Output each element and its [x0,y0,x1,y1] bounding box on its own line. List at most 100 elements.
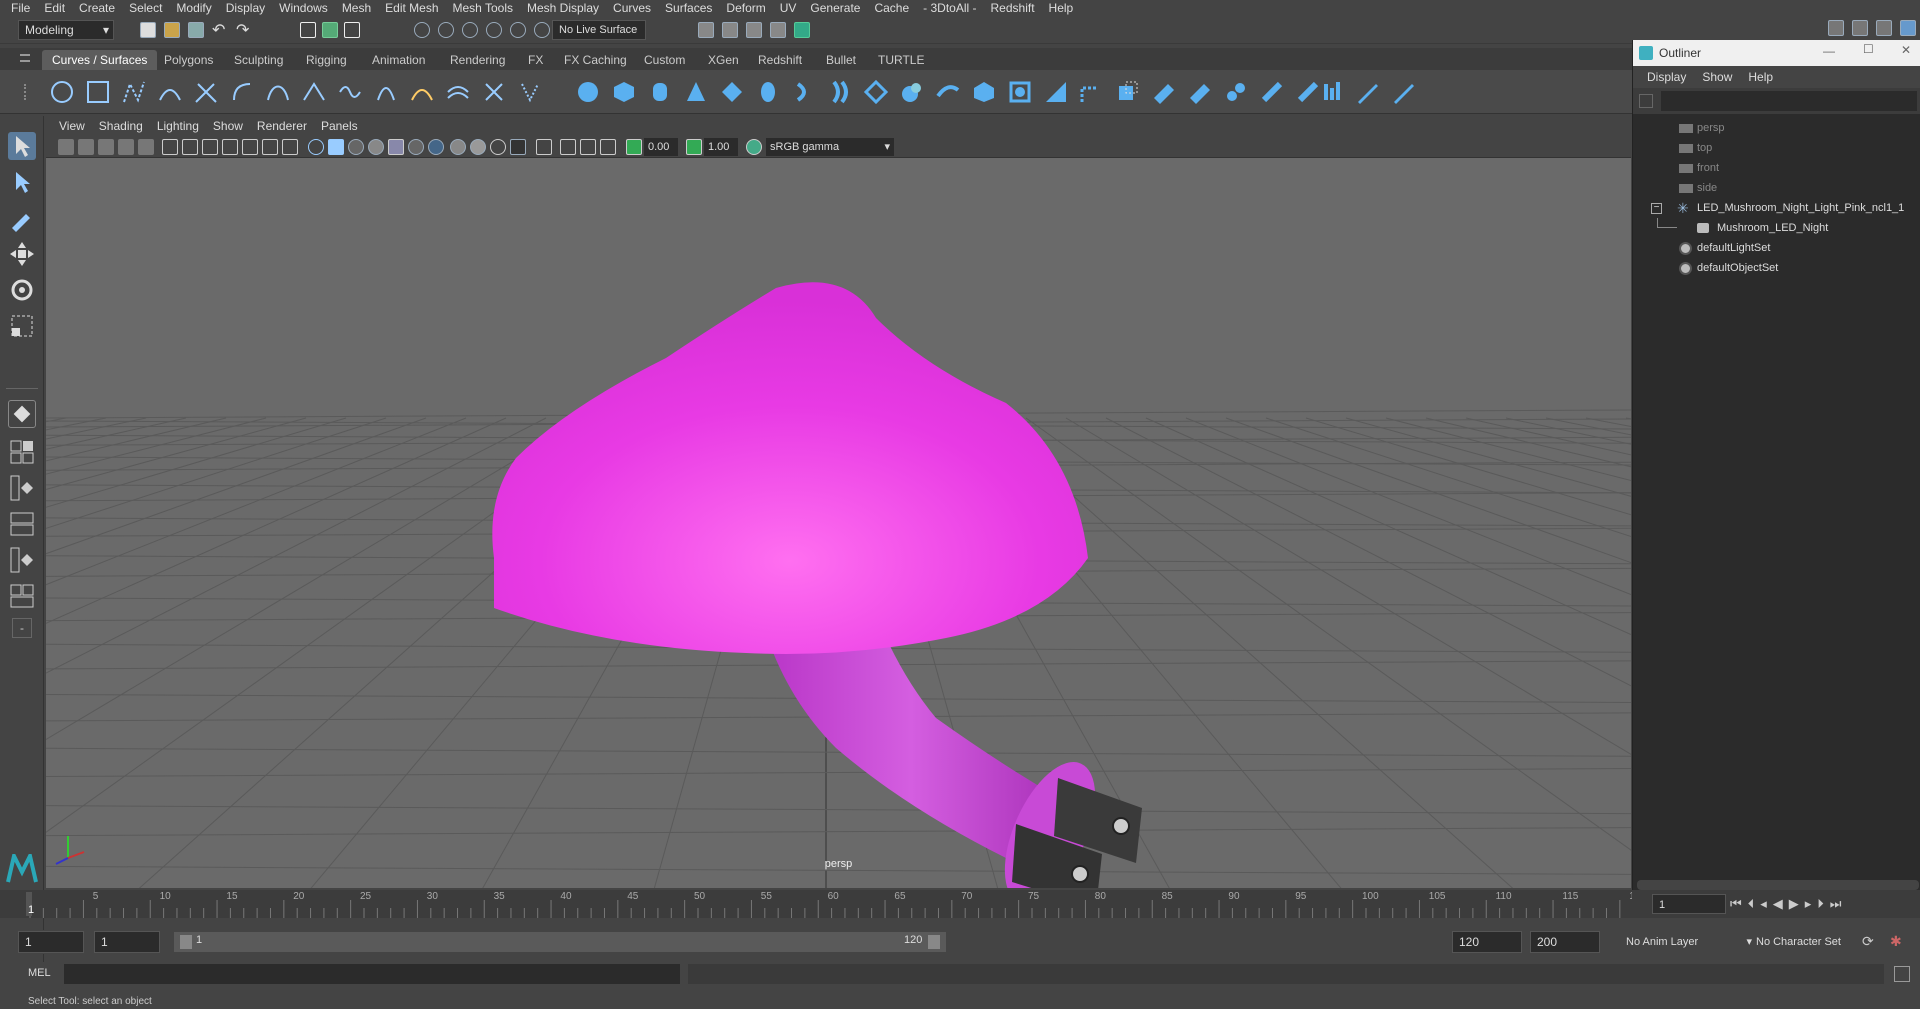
go-to-end-icon[interactable]: ⏭ [1830,896,1848,911]
textured-icon[interactable] [368,139,384,155]
panel-menu-show[interactable]: Show [206,119,250,133]
exposure-icon[interactable] [626,139,642,155]
animation-start-field[interactable]: 1 [18,931,84,953]
viewport-persp[interactable]: persp [46,158,1631,888]
detach-surfaces-icon[interactable] [1260,80,1284,104]
exposure-field[interactable]: 0.00 [644,138,678,156]
resolution-gate-icon[interactable] [202,139,218,155]
toolbox-expand-icon[interactable]: - [12,618,32,638]
menu-mesh-display[interactable]: Mesh Display [520,0,606,16]
use-all-lights-icon[interactable] [388,139,404,155]
panel-menu-view[interactable]: View [52,119,92,133]
depth-of-field-icon[interactable] [490,139,506,155]
image-plane-icon[interactable] [98,139,114,155]
menu-windows[interactable]: Windows [272,0,335,16]
range-end-handle[interactable] [928,935,940,949]
animation-end-field[interactable]: 200 [1530,931,1600,953]
menu-create[interactable]: Create [72,0,122,16]
outliner-item-side[interactable]: side [1633,178,1920,198]
tab-animation[interactable]: Animation [362,50,435,70]
step-back-frame-icon[interactable]: ◂ [1760,896,1773,911]
menu-generate[interactable]: Generate [803,0,867,16]
select-by-component-icon[interactable] [344,22,360,38]
custom-layout-icon[interactable] [8,582,36,610]
menu-mesh-tools[interactable]: Mesh Tools [446,0,520,16]
playback-start-field[interactable]: 1 [94,931,160,953]
persp-graph-layout-icon[interactable] [8,510,36,538]
nurbs-sphere-icon[interactable] [576,80,600,104]
grease-pencil-icon[interactable] [138,139,154,155]
outliner-item-group[interactable]: − ✳ LED_Mushroom_Night_Light_Pink_ncl1_1 [1633,198,1920,218]
xray-joints-icon[interactable] [560,139,576,155]
panel-menu-panels[interactable]: Panels [314,119,365,133]
outliner-item-persp[interactable]: persp [1633,118,1920,138]
character-set-dropdown[interactable]: No Character Set [1750,933,1868,951]
step-forward-frame-icon[interactable]: ▸ [1805,896,1818,911]
wireframe-on-shaded-icon[interactable] [348,139,364,155]
safe-action-icon[interactable] [262,139,278,155]
loft-icon[interactable] [828,80,852,104]
wireframe-icon[interactable] [308,139,324,155]
tab-bullet[interactable]: Bullet [816,50,866,70]
nurbs-circle-icon[interactable] [50,80,74,104]
menu-mesh[interactable]: Mesh [335,0,378,16]
untrim-icon[interactable] [1188,80,1212,104]
tab-rigging[interactable]: Rigging [296,50,357,70]
smooth-shade-icon[interactable] [328,139,344,155]
menu-edit-mesh[interactable]: Edit Mesh [378,0,445,16]
film-gate-icon[interactable] [182,139,198,155]
menu-deform[interactable]: Deform [719,0,772,16]
render-frame-icon[interactable] [722,22,738,38]
four-view-icon[interactable] [8,438,36,466]
tab-fx-caching[interactable]: FX Caching [554,50,637,70]
command-input[interactable] [64,964,680,984]
backface-culling-icon[interactable] [600,139,616,155]
offset-curve-icon[interactable] [446,80,470,104]
grid-toggle-icon[interactable] [162,139,178,155]
play-forwards-icon[interactable]: ▶ [1789,896,1805,911]
multisample-aa-icon[interactable] [470,139,486,155]
motion-blur-icon[interactable] [450,139,466,155]
maximize-icon[interactable]: ☐ [1863,42,1874,56]
outliner-menu-help[interactable]: Help [1740,70,1781,84]
anim-layer-dropdown[interactable]: No Anim Layer ▾ [1620,933,1752,951]
rotate-tool-icon[interactable] [8,276,36,304]
outliner-item-default-light-set[interactable]: defaultLightSet [1633,238,1920,258]
snap-grid-icon[interactable] [414,22,430,38]
ep-curve-tool-icon[interactable] [158,80,182,104]
filter-icon[interactable] [1639,94,1653,108]
open-close-surfaces-icon[interactable] [1296,80,1320,104]
menu-cache[interactable]: Cache [867,0,916,16]
panel-menu-shading[interactable]: Shading [92,119,150,133]
outliner-item-default-object-set[interactable]: defaultObjectSet [1633,258,1920,278]
panel-menu-lighting[interactable]: Lighting [150,119,206,133]
snap-view-plane-icon[interactable] [486,22,502,38]
scale-tool-icon[interactable] [8,312,36,340]
menu-help[interactable]: Help [1042,0,1081,16]
menu-display[interactable]: Display [219,0,272,16]
insert-knot-icon[interactable] [374,80,398,104]
cv-curve-tool-icon[interactable] [122,80,146,104]
snap-live-icon[interactable] [510,22,526,38]
square-surface-icon[interactable] [1008,80,1032,104]
menu-modify[interactable]: Modify [169,0,218,16]
hypershade-icon[interactable] [794,22,810,38]
two-d-pan-zoom-icon[interactable] [118,139,134,155]
tab-rendering[interactable]: Rendering [440,50,515,70]
menu-set-dropdown[interactable]: Modeling ▾ [18,20,114,40]
bevel-plus-icon[interactable] [1044,80,1068,104]
render-view-icon[interactable] [698,22,714,38]
screen-space-ao-icon[interactable] [428,139,444,155]
live-surface-field[interactable]: No Live Surface [552,20,646,40]
safe-title-icon[interactable] [282,139,298,155]
current-frame-field[interactable]: 1 [1652,894,1726,914]
auto-key-icon[interactable]: ⟳ [1862,933,1874,950]
planar-icon[interactable] [864,80,888,104]
isolate-select-icon[interactable] [510,139,526,155]
attribute-editor-icon[interactable] [1852,20,1868,36]
single-perspective-view-icon[interactable] [8,400,36,428]
collapse-icon[interactable]: − [1651,203,1662,214]
new-scene-icon[interactable] [140,22,156,38]
shadows-icon[interactable] [408,139,424,155]
tab-curves-surfaces[interactable]: Curves / Surfaces [42,50,158,70]
